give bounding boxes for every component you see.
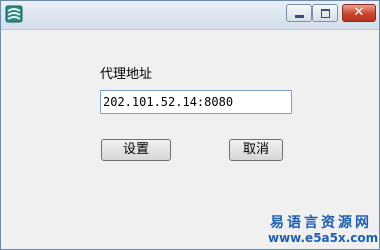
proxy-address-input[interactable] [100, 90, 292, 114]
set-button[interactable]: 设置 [101, 139, 171, 161]
close-button[interactable]: ✕ [342, 4, 376, 22]
app-icon [5, 5, 23, 23]
title-bar[interactable]: ✕ [1, 1, 379, 30]
maximize-button[interactable] [312, 4, 338, 22]
watermark-url: www.e5a5x.com [268, 231, 379, 245]
minimize-button[interactable] [286, 4, 312, 22]
watermark-site-name: 易语言资源网 [270, 215, 372, 231]
cancel-button[interactable]: 取消 [229, 139, 283, 161]
close-icon: ✕ [353, 5, 365, 20]
proxy-address-label: 代理地址 [100, 67, 153, 82]
